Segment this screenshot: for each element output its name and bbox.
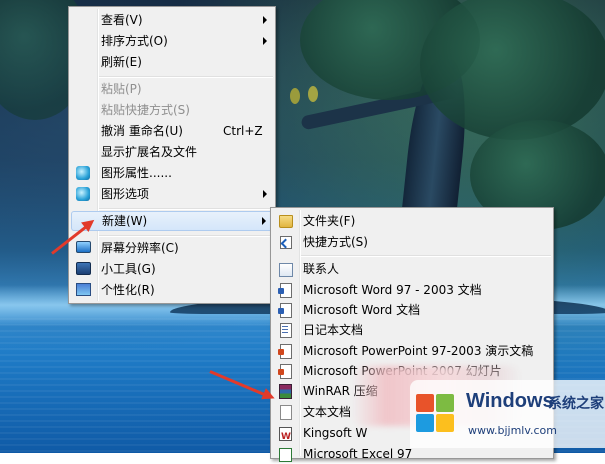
menu-item-personalize[interactable]: 个性化(R) (71, 280, 273, 300)
new-item-word[interactable]: Microsoft Word 文档 (273, 300, 551, 320)
text-doc-icon (280, 405, 292, 420)
menu-item-label: 查看(V) (101, 13, 143, 27)
menu-item-show-extensions[interactable]: 显示扩展名及文件 (71, 142, 273, 162)
menu-item-graphics-options[interactable]: 图形选项 (71, 184, 273, 204)
menu-item-label: Microsoft Excel 97 (303, 447, 413, 461)
windows-logo-icon (416, 394, 454, 432)
journal-icon (280, 323, 292, 338)
menu-item-label: Microsoft Word 文档 (303, 303, 421, 317)
menu-item-undo-rename[interactable]: 撤消 重命名(U) Ctrl+Z (71, 121, 273, 141)
personalize-icon (76, 283, 91, 296)
menu-item-label: Microsoft Word 97 - 2003 文档 (303, 283, 482, 297)
new-item-journal[interactable]: 日记本文档 (273, 320, 551, 340)
submenu-arrow-icon (263, 190, 267, 198)
menu-item-label: 刷新(E) (101, 55, 142, 69)
screen-resolution-icon (76, 241, 91, 253)
new-item-word-97-2003[interactable]: Microsoft Word 97 - 2003 文档 (273, 280, 551, 300)
menu-separator (99, 76, 273, 78)
menu-item-label: 联系人 (303, 262, 340, 276)
new-item-folder[interactable]: 文件夹(F) (273, 211, 551, 231)
menu-separator (99, 208, 273, 210)
menu-item-label: 撤消 重命名(U) (101, 124, 183, 138)
menu-item-label: 文本文档 (303, 405, 352, 419)
menu-item-sort-by[interactable]: 排序方式(O) (71, 31, 273, 51)
menu-item-label: 排序方式(O) (101, 34, 168, 48)
menu-item-label: 小工具(G) (101, 262, 156, 276)
menu-item-paste-shortcut[interactable]: 粘贴快捷方式(S) (71, 100, 273, 120)
desktop-context-menu: 查看(V) 排序方式(O) 刷新(E) 粘贴(P) 粘贴快捷方式(S) 撤消 重… (68, 6, 276, 304)
menu-item-label: 图形选项 (101, 187, 150, 201)
watermark-url: www.bjjmlv.com (468, 424, 557, 437)
new-item-shortcut[interactable]: 快捷方式(S) (273, 232, 551, 252)
gadgets-icon (76, 262, 91, 275)
menu-item-label: 图形属性...... (101, 166, 172, 180)
menu-item-view[interactable]: 查看(V) (71, 10, 273, 30)
winrar-icon (279, 384, 292, 399)
menu-item-new[interactable]: 新建(W) (71, 211, 273, 231)
word-doc-icon (278, 303, 292, 318)
graphics-icon (76, 166, 90, 180)
kingsoft-icon (279, 427, 292, 447)
menu-item-label: 文件夹(F) (303, 214, 356, 228)
menu-item-label: Kingsoft W (303, 426, 368, 440)
menu-item-label: 显示扩展名及文件 (101, 145, 198, 159)
menu-item-refresh[interactable]: 刷新(E) (71, 52, 273, 72)
word-doc-icon (278, 283, 292, 298)
contact-icon (279, 263, 293, 277)
menu-item-label: 个性化(R) (101, 283, 155, 297)
menu-item-label: 粘贴(P) (101, 82, 142, 96)
menu-item-label: 粘贴快捷方式(S) (101, 103, 190, 117)
menu-item-label: 日记本文档 (303, 323, 364, 337)
menu-item-shortcut: Ctrl+Z (223, 124, 263, 138)
menu-item-graphics-properties[interactable]: 图形属性...... (71, 163, 273, 183)
menu-item-label: Microsoft PowerPoint 97-2003 演示文稿 (303, 344, 534, 358)
submenu-arrow-icon (263, 37, 267, 45)
watermark-brand-cn: 系统之家 (548, 396, 604, 412)
shortcut-icon (280, 236, 292, 249)
menu-item-screen-resolution[interactable]: 屏幕分辨率(C) (71, 238, 273, 258)
ppt-icon (278, 364, 292, 379)
site-watermark: Windows 系统之家 www.bjjmlv.com (410, 380, 605, 448)
menu-separator (301, 255, 551, 257)
submenu-arrow-icon (262, 217, 266, 225)
excel-icon (279, 448, 292, 462)
menu-item-gadgets[interactable]: 小工具(G) (71, 259, 273, 279)
submenu-arrow-icon (263, 16, 267, 24)
menu-item-label: 屏幕分辨率(C) (101, 241, 179, 255)
menu-item-label: 新建(W) (102, 214, 148, 228)
birds-illustration (290, 86, 318, 104)
new-item-contact[interactable]: 联系人 (273, 259, 551, 279)
ppt-icon (278, 344, 292, 359)
menu-item-label: 快捷方式(S) (303, 235, 368, 249)
new-item-ppt-97-2003[interactable]: Microsoft PowerPoint 97-2003 演示文稿 (273, 341, 551, 361)
folder-icon (279, 215, 293, 228)
watermark-brand: Windows (466, 390, 554, 412)
menu-separator (99, 235, 273, 237)
menu-item-paste[interactable]: 粘贴(P) (71, 79, 273, 99)
graphics-icon (76, 187, 90, 201)
